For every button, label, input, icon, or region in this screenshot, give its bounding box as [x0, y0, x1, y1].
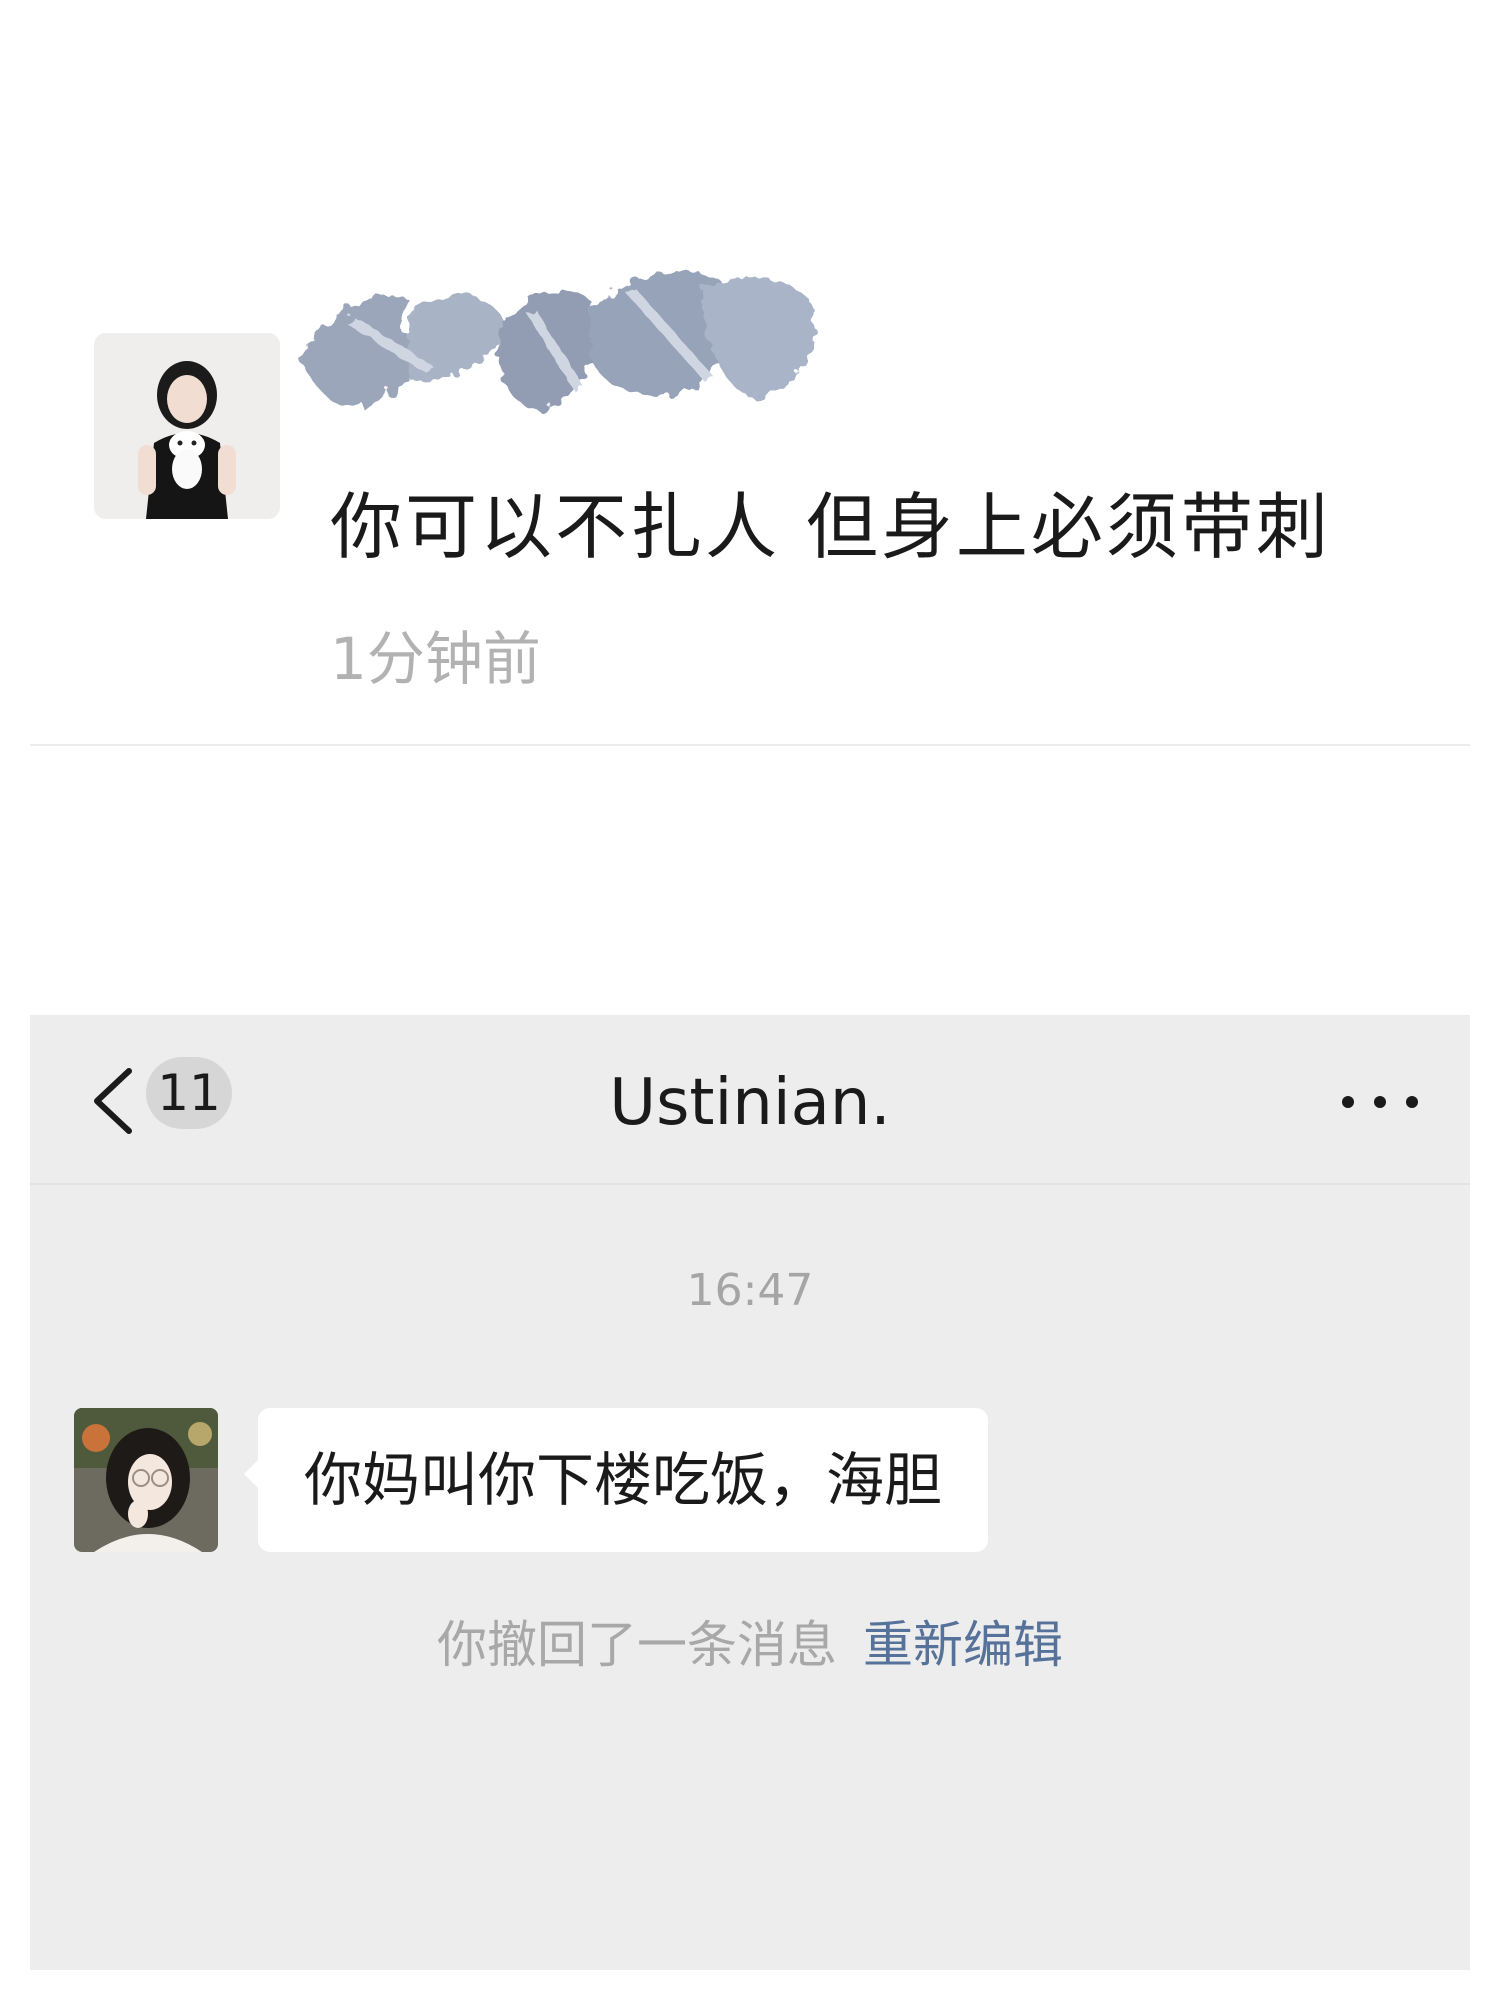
- moments-post: 你可以不扎人 但身上必须带刺 1分钟前: [0, 0, 1500, 760]
- more-dots-icon: [1342, 1096, 1418, 1108]
- post-text: 你可以不扎人 但身上必须带刺: [330, 485, 1331, 569]
- message-bubble[interactable]: 你妈叫你下楼吃饭，海胆: [243, 1408, 989, 1552]
- chat-screen: 11 Ustinian. 16:47 你妈叫你下楼吃饭，海胆 你撤回了一条消息 …: [30, 1015, 1470, 1970]
- divider: [30, 744, 1470, 746]
- chat-title: Ustinian.: [609, 1066, 891, 1140]
- author-name-censor-scribble: [290, 240, 940, 460]
- chat-header: 11 Ustinian.: [30, 1015, 1470, 1185]
- message-timestamp: 16:47: [686, 1265, 814, 1316]
- post-author-avatar[interactable]: [94, 333, 280, 519]
- recall-notice-text: 你撤回了一条消息: [437, 1616, 837, 1674]
- contact-avatar[interactable]: [74, 1408, 218, 1552]
- post-timestamp: 1分钟前: [330, 625, 541, 693]
- more-options-button[interactable]: [1330, 1087, 1430, 1117]
- recall-notice-row: 你撤回了一条消息 重新编辑: [30, 1605, 1470, 1677]
- reedit-link[interactable]: 重新编辑: [863, 1616, 1063, 1674]
